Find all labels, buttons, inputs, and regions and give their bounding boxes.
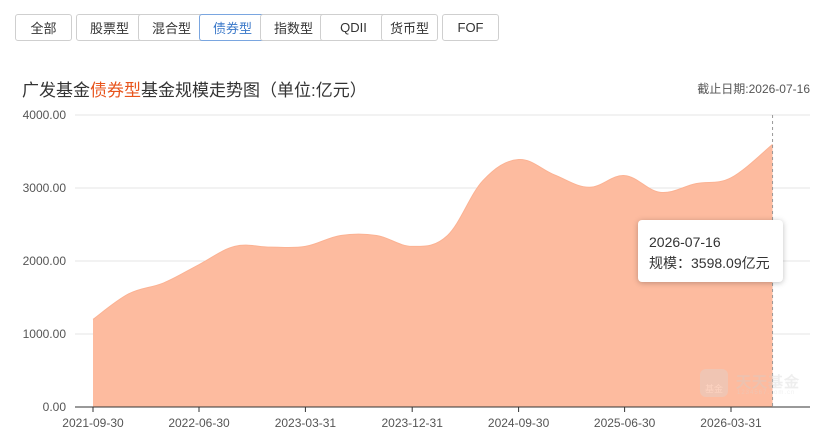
y-tick-label: 3000.00 (23, 181, 67, 195)
x-tick-label: 2025-06-30 (594, 416, 656, 430)
x-tick-label: 2026-03-31 (700, 416, 762, 430)
tooltip-date: 2026-07-16 (649, 234, 721, 250)
data-point (587, 185, 591, 189)
watermark-brand: 天天基金 (736, 374, 801, 391)
watermark-sub: 1234567.com.cn (737, 390, 796, 396)
tiantian-fund-watermark: 基金 天天基金 1234567.com.cn (700, 369, 804, 403)
chart-tooltip: 2026-07-16 规模：3598.09亿元 (638, 220, 783, 282)
data-point (339, 233, 343, 237)
data-point (268, 245, 272, 249)
data-point (127, 292, 131, 296)
data-point (623, 174, 627, 178)
data-point (481, 179, 485, 183)
data-point (410, 244, 414, 248)
tooltip-value: 规模：3598.09亿元 (649, 255, 770, 271)
data-point (658, 190, 662, 194)
data-point (91, 317, 95, 321)
x-tick-label: 2023-03-31 (275, 416, 337, 430)
data-point (233, 244, 237, 248)
data-point (162, 281, 166, 285)
data-point (694, 182, 698, 186)
tiantian-logo-icon: 基金 (700, 369, 728, 397)
x-tick-label: 2024-09-30 (488, 416, 550, 430)
x-tick-label: 2021-09-30 (62, 416, 124, 430)
y-tick-label: 0.00 (43, 400, 67, 414)
data-point (446, 233, 450, 237)
data-point (303, 244, 307, 248)
y-tick-label: 1000.00 (23, 327, 67, 341)
y-tick-label: 2000.00 (23, 254, 67, 268)
x-tick-label: 2022-06-30 (168, 416, 230, 430)
data-point (197, 263, 201, 267)
data-point (374, 233, 378, 237)
data-point (517, 158, 521, 162)
x-tick-label: 2023-12-31 (381, 416, 443, 430)
data-point (552, 173, 556, 177)
y-tick-label: 4000.00 (23, 108, 67, 122)
data-point (729, 176, 733, 180)
